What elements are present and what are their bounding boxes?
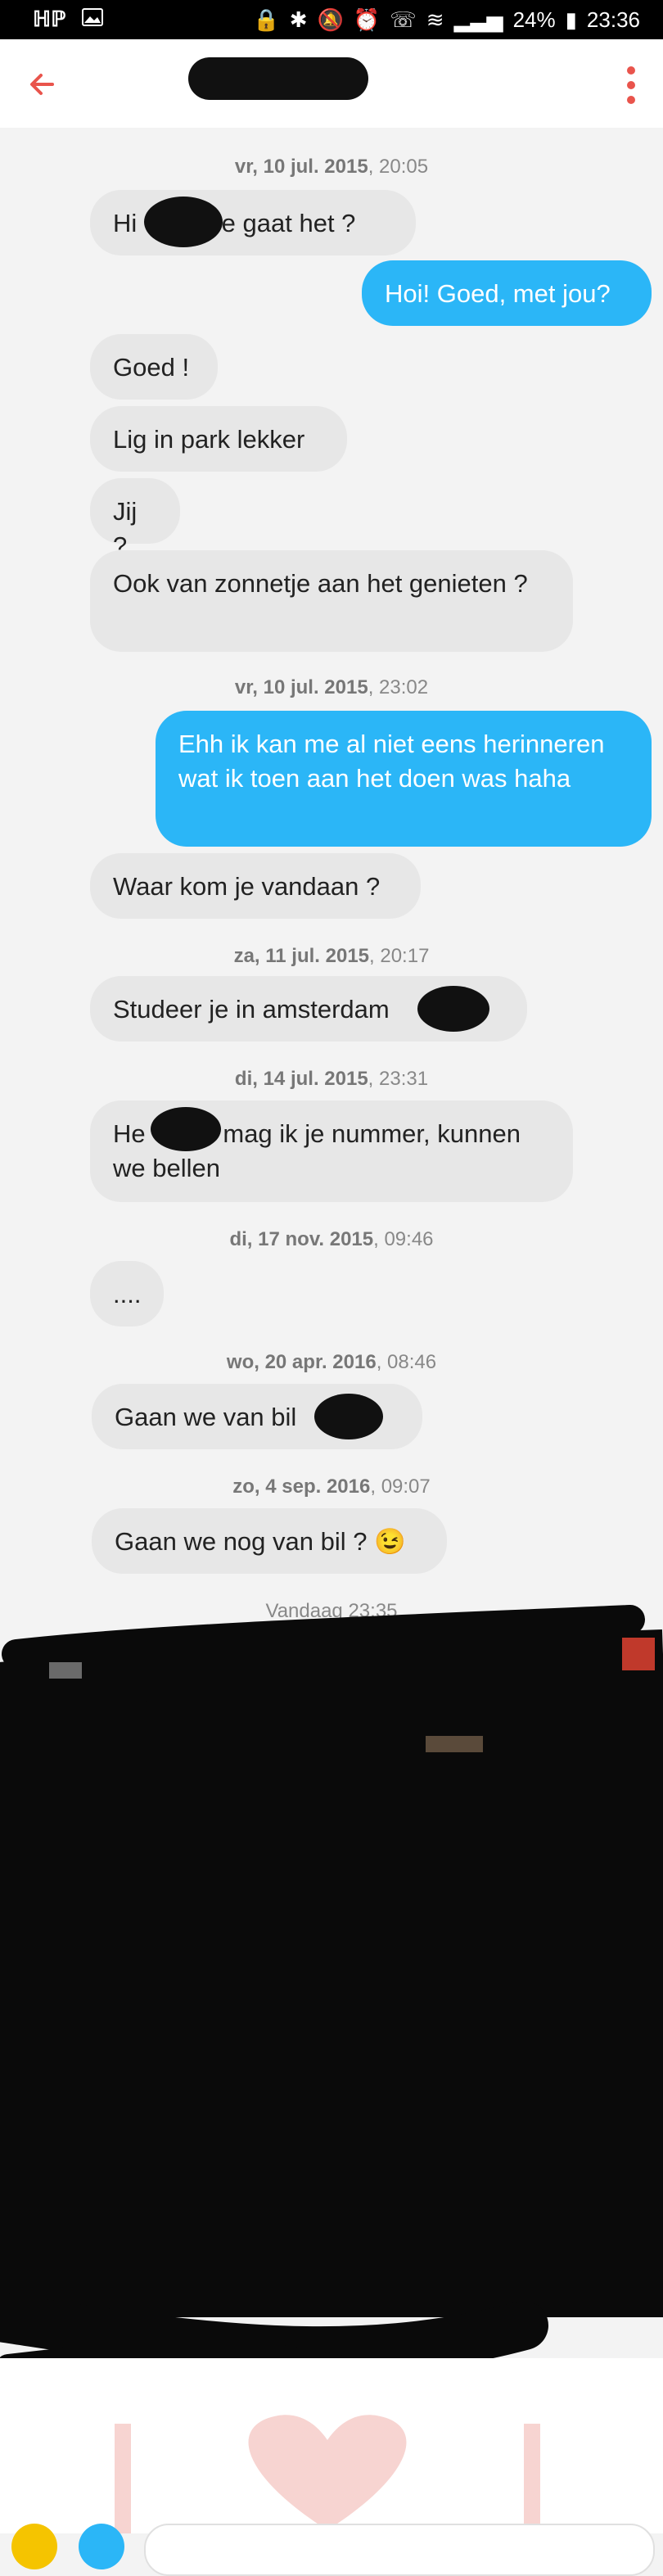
message-outgoing[interactable]: Ehh ik kan me al niet eens herinneren wa… bbox=[156, 711, 652, 847]
message-incoming[interactable]: Ook van zonnetje aan het genieten ? bbox=[90, 550, 573, 652]
redacted-name bbox=[188, 57, 368, 100]
message-incoming[interactable]: Goed ! bbox=[90, 334, 218, 400]
message-date-divider: di, 17 nov. 2015, 09:46 bbox=[229, 1228, 434, 1250]
message-outgoing[interactable]: Hoi! Goed, met jou? bbox=[362, 260, 652, 326]
alarm-icon: ⏰ bbox=[353, 7, 381, 32]
more-vert-icon[interactable] bbox=[619, 62, 643, 108]
redaction-mark bbox=[151, 1107, 221, 1151]
message-incoming[interactable]: Hi hoe gaat het ? bbox=[90, 190, 416, 255]
bottom-area bbox=[0, 2358, 663, 2533]
heart-watermark-icon bbox=[115, 2415, 540, 2533]
battery-icon: ▮ bbox=[565, 7, 577, 32]
message-incoming[interactable]: .... bbox=[90, 1261, 164, 1326]
message-incoming[interactable]: Lig in park lekker bbox=[90, 406, 347, 472]
message-input[interactable] bbox=[144, 2524, 655, 2576]
mute-icon: 🔕 bbox=[317, 7, 344, 32]
message-date-divider: vr, 10 jul. 2015, 20:05 bbox=[234, 156, 429, 178]
emoji-button-icon[interactable] bbox=[11, 2524, 57, 2569]
redaction-mark bbox=[417, 986, 489, 1032]
wifi-icon: ≋ bbox=[426, 7, 444, 32]
status-bar: ℍℙ 🔒 ✱ 🔕 ⏰ ☏ ≋ ▂▃▅ 24% ▮ 23:36 bbox=[0, 0, 663, 39]
clock: 23:36 bbox=[586, 7, 640, 32]
message-date-divider: za, 11 jul. 2015, 20:17 bbox=[233, 945, 430, 967]
hp-icon: ℍℙ bbox=[33, 7, 66, 31]
message-date-divider: di, 14 jul. 2015, 23:31 bbox=[234, 1068, 429, 1090]
redaction-scribble bbox=[0, 1605, 663, 2387]
bluetooth-icon: ✱ bbox=[289, 7, 308, 32]
message-incoming[interactable]: Waar kom je vandaan ? bbox=[90, 853, 421, 919]
redaction-mark bbox=[144, 197, 223, 247]
message-date-divider: zo, 4 sep. 2016, 09:07 bbox=[232, 1476, 431, 1498]
image-icon bbox=[82, 7, 104, 32]
redaction-mark bbox=[314, 1394, 383, 1439]
message-date-divider: vr, 10 jul. 2015, 23:02 bbox=[234, 676, 429, 698]
message-incoming[interactable]: Gaan we nog van bil ? 😉 bbox=[92, 1508, 447, 1574]
arrow-left-icon[interactable] bbox=[23, 64, 64, 105]
message-incoming[interactable]: Jij ? bbox=[90, 478, 180, 560]
conversation-header bbox=[0, 39, 663, 129]
gif-button-icon[interactable] bbox=[79, 2524, 124, 2569]
signal-icon: ▂▃▅ bbox=[453, 7, 503, 32]
battery-percent: 24% bbox=[512, 7, 556, 32]
call-icon: ☏ bbox=[390, 7, 417, 32]
lock-icon: 🔒 bbox=[253, 7, 280, 32]
message-date-divider: wo, 20 apr. 2016, 08:46 bbox=[226, 1351, 437, 1373]
